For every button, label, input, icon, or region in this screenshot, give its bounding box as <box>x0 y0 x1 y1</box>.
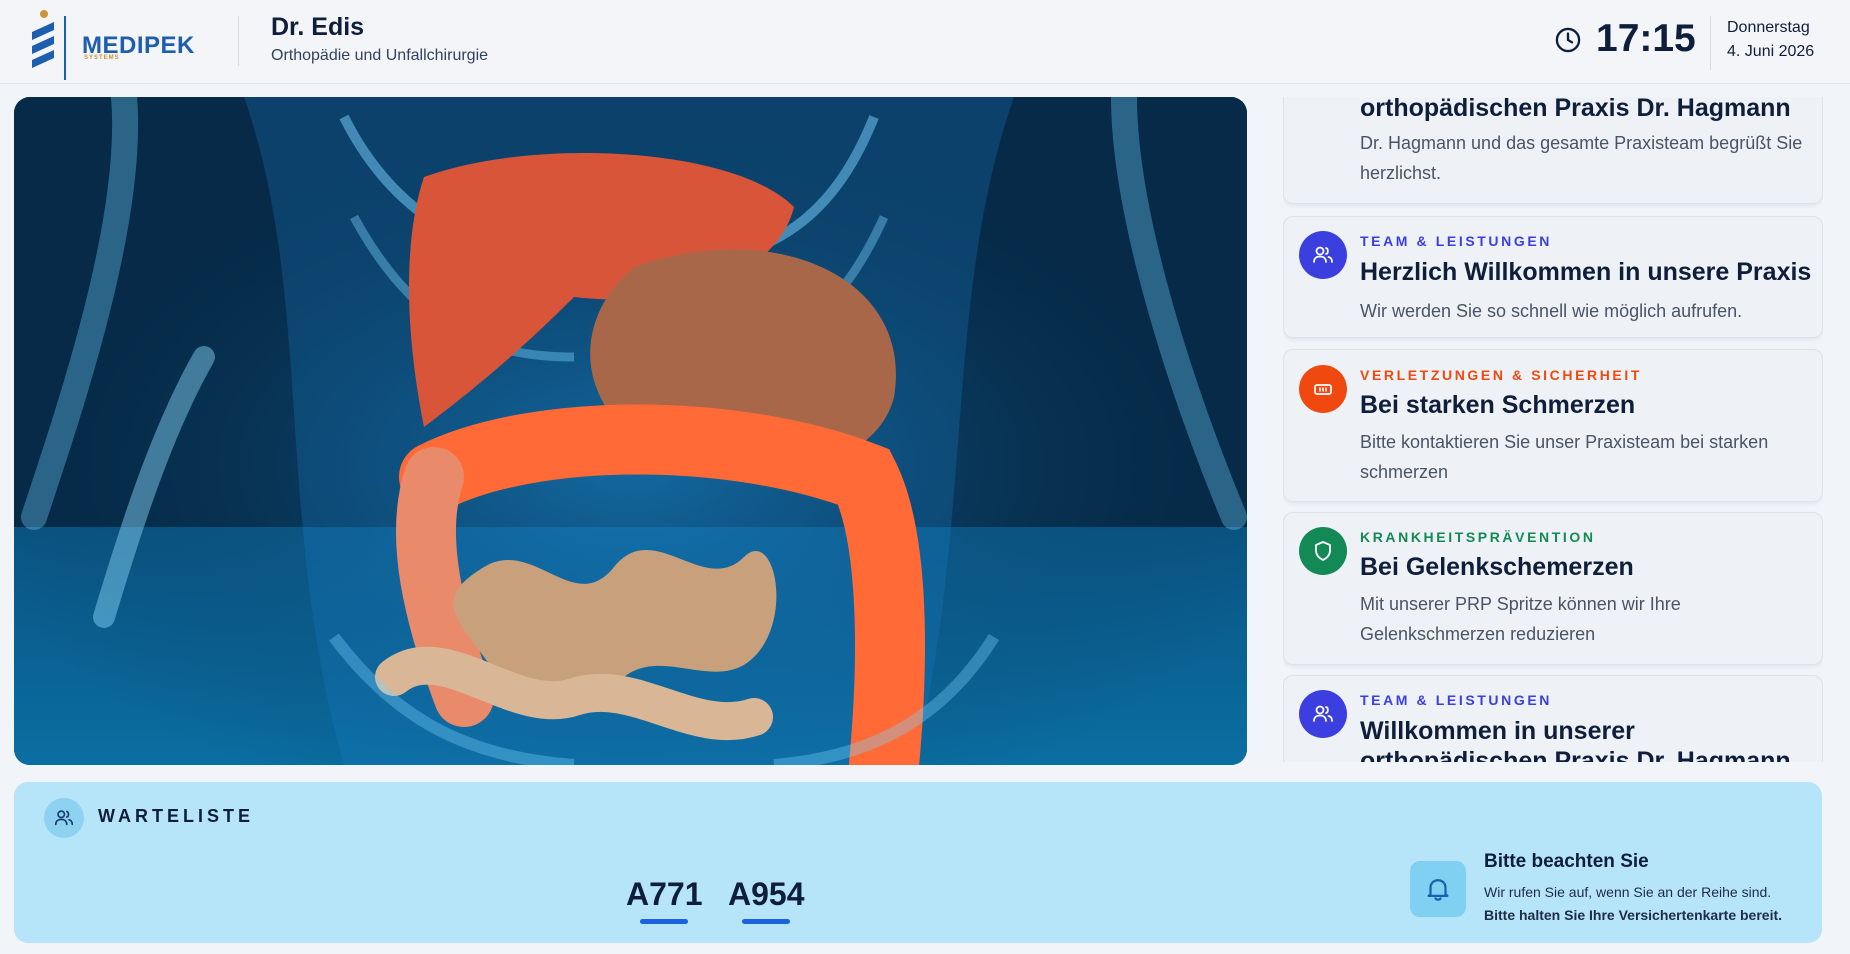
news-card-1[interactable]: orthopädischen Praxis Dr. Hagmann Dr. Ha… <box>1283 97 1823 204</box>
doctor-specialty: Orthopädie und Unfallchirurgie <box>271 47 489 64</box>
notice-text: Wir rufen Sie auf, wenn Sie an der Reihe… <box>1484 884 1772 900</box>
header-divider <box>238 16 239 66</box>
shield-icon <box>1299 527 1347 575</box>
users-icon <box>44 798 84 838</box>
time-divider <box>1710 16 1711 70</box>
ticket-underline <box>742 919 791 924</box>
anatomy-illustration <box>14 97 1247 765</box>
ticket-underline <box>640 919 689 924</box>
news-card-title: Bei Gelenkschemerzen <box>1360 553 1634 581</box>
news-card-text: Dr. Hagmann und das gesamte Praxisteam b… <box>1360 133 1803 183</box>
waitlist-panel: WARTELISTE A771 A954 Bitte beachten Sie … <box>14 782 1822 943</box>
bandage-icon <box>1299 365 1347 413</box>
users-icon <box>1299 231 1347 279</box>
news-card-text: Bitte kontaktieren Sie unser Praxisteam … <box>1360 432 1769 482</box>
news-card-category: KRANKHEITSPRÄVENTION <box>1360 529 1596 545</box>
logo-subtitle: SYSTEMS <box>84 55 120 61</box>
medipek-logo: MEDIPEK SYSTEMS <box>28 10 198 80</box>
news-card-text: Mit unserer PRP Spritze können wir Ihre … <box>1360 594 1681 644</box>
notice-title: Bitte beachten Sie <box>1484 851 1649 872</box>
header-bar: MEDIPEK SYSTEMS Dr. Edis Orthopädie und … <box>0 0 1850 84</box>
ticket-number: A954 <box>728 876 805 924</box>
ticket-number-text: A954 <box>728 876 805 912</box>
news-card-title: Willkommen in unserer <box>1360 717 1635 745</box>
news-card-category: VERLETZUNGEN & SICHERHEIT <box>1360 367 1643 383</box>
news-card-5[interactable]: TEAM & LEISTUNGEN Willkommen in unserer … <box>1283 675 1823 762</box>
news-card-text: Wir werden Sie so schnell wie möglich au… <box>1360 301 1743 321</box>
news-card-3[interactable]: VERLETZUNGEN & SICHERHEIT Bei starken Sc… <box>1283 349 1823 502</box>
news-card-title-line2: orthopädischen Praxis Dr. Hagmann <box>1360 747 1791 762</box>
news-card-2[interactable]: TEAM & LEISTUNGEN Herzlich Willkommen in… <box>1283 216 1823 338</box>
waitlist-title: WARTELISTE <box>98 806 254 826</box>
current-weekday: Donnerstag <box>1727 19 1810 36</box>
news-panel[interactable]: orthopädischen Praxis Dr. Hagmann Dr. Ha… <box>1283 97 1823 762</box>
news-card-title: Herzlich Willkommen in unsere Praxis <box>1360 258 1812 286</box>
logo-divider <box>64 16 66 80</box>
ticket-number-text: A771 <box>626 876 703 912</box>
bell-icon <box>1410 861 1466 917</box>
news-card-title: orthopädischen Praxis Dr. Hagmann <box>1360 97 1791 122</box>
news-card-category: TEAM & LEISTUNGEN <box>1360 233 1552 249</box>
ticket-number: A771 <box>626 876 703 924</box>
users-icon <box>1299 690 1347 738</box>
news-card-title: Bei starken Schmerzen <box>1360 391 1636 419</box>
anatomy-hero-image <box>14 97 1247 765</box>
current-date: 4. Juni 2026 <box>1727 43 1815 60</box>
notice-text-bold: Bitte halten Sie Ihre Versichertenkarte … <box>1484 907 1783 923</box>
clock-icon <box>1555 27 1581 53</box>
doctor-name: Dr. Edis <box>271 13 365 41</box>
current-time: 17:15 <box>1596 17 1696 60</box>
news-card-4[interactable]: KRANKHEITSPRÄVENTION Bei Gelenkschemerze… <box>1283 512 1823 665</box>
logo-emblem-icon <box>32 10 54 68</box>
news-card-category: TEAM & LEISTUNGEN <box>1360 692 1552 708</box>
